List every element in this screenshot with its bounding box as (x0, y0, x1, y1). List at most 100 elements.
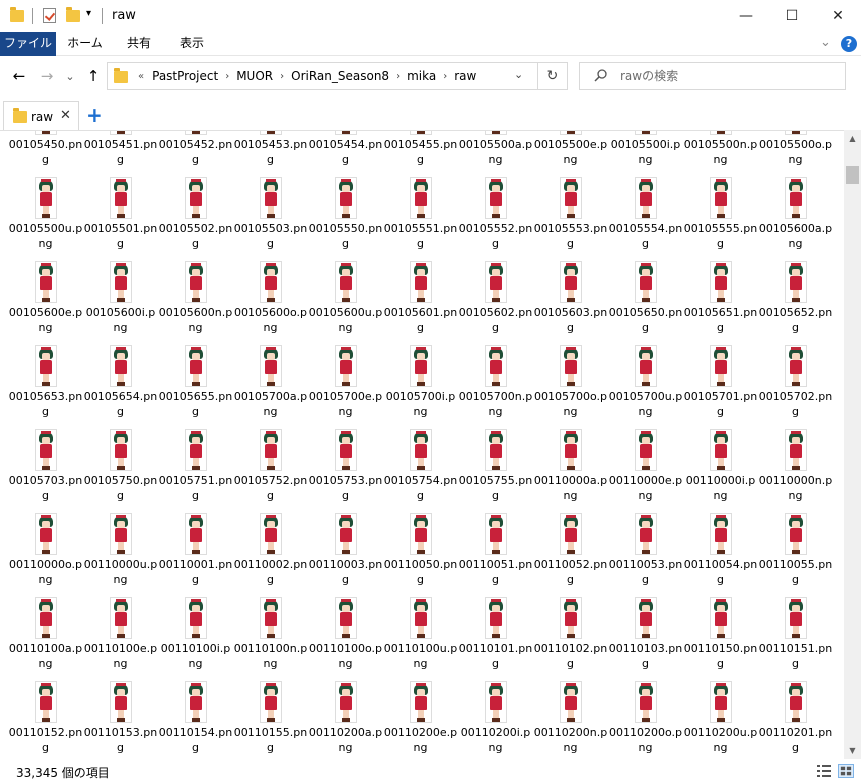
details-view-icon[interactable] (816, 764, 832, 778)
file-item[interactable]: 00105503.png (233, 135, 308, 250)
file-item[interactable]: 00105654.png (83, 303, 158, 418)
maximize-button[interactable]: ☐ (769, 0, 815, 32)
file-item[interactable]: 00105755.png (458, 387, 533, 502)
file-item[interactable]: 00110154.png (158, 639, 233, 754)
expand-ribbon-icon[interactable]: ⌄ (820, 35, 831, 50)
breadcrumb-pastproject[interactable]: PastProject (148, 69, 222, 83)
recent-locations-button[interactable]: ⌄ (62, 64, 78, 88)
search-box[interactable] (579, 62, 846, 90)
file-item[interactable]: 00105753.png (308, 387, 383, 502)
breadcrumb-oriran-season8[interactable]: OriRan_Season8 (287, 69, 393, 83)
file-item[interactable]: 00110051.png (458, 471, 533, 586)
address-bar[interactable]: « PastProject › MUOR › OriRan_Season8 › … (107, 62, 538, 90)
file-item[interactable]: 00105700n.png (458, 303, 533, 418)
file-item[interactable]: 00105554.png (608, 135, 683, 250)
file-item[interactable]: 00110200o.png (608, 639, 683, 754)
file-item[interactable]: 00105655.png (158, 303, 233, 418)
file-item[interactable]: 00105550.png (308, 135, 383, 250)
file-item[interactable]: 00105552.png (458, 135, 533, 250)
breadcrumb-separator[interactable]: › (222, 71, 232, 82)
file-item[interactable]: 00110150.png (683, 555, 758, 670)
file-item[interactable]: 00110155.png (233, 639, 308, 754)
file-item[interactable]: 00105701.png (683, 303, 758, 418)
file-item[interactable]: 00110000n.png (758, 387, 833, 502)
file-item[interactable]: 00105602.png (458, 219, 533, 334)
breadcrumb-overflow[interactable]: « (134, 71, 148, 82)
tab-home[interactable]: ホーム (62, 32, 108, 56)
file-item[interactable]: 00105700e.png (308, 303, 383, 418)
file-item[interactable]: 00105653.png (8, 303, 83, 418)
file-item[interactable]: 00105600n.png (158, 219, 233, 334)
breadcrumb-raw[interactable]: raw (450, 69, 480, 83)
scrollbar-thumb[interactable] (846, 166, 859, 184)
large-icons-view-icon[interactable] (838, 764, 854, 778)
help-icon[interactable]: ? (841, 36, 857, 52)
close-tab-icon[interactable]: ✕ (60, 108, 71, 123)
file-item[interactable]: 00105754.png (383, 387, 458, 502)
file-item[interactable]: 00105555.png (683, 135, 758, 250)
breadcrumb-muor[interactable]: MUOR (232, 69, 277, 83)
file-item[interactable]: 00110200n.png (533, 639, 608, 754)
file-item[interactable]: 00105600a.png (758, 135, 833, 250)
customize-toolbar-icon[interactable]: ▾ (86, 8, 91, 26)
scroll-up-arrow[interactable]: ▲ (844, 130, 861, 147)
file-item[interactable]: 00110100i.png (158, 555, 233, 670)
file-item[interactable]: 00110200i.png (458, 639, 533, 754)
file-item[interactable]: 00110200u.png (683, 639, 758, 754)
file-item[interactable]: 00105700u.png (608, 303, 683, 418)
folder-tab-raw[interactable]: raw ✕ (3, 101, 79, 130)
file-item[interactable]: 00110100e.png (83, 555, 158, 670)
file-item[interactable]: 00105750.png (83, 387, 158, 502)
file-item[interactable]: 00105502.png (158, 135, 233, 250)
file-item[interactable]: 00105600e.png (8, 219, 83, 334)
file-item[interactable]: 00105551.png (383, 135, 458, 250)
address-dropdown-icon[interactable]: ⌄ (514, 68, 523, 81)
file-item[interactable]: 00105751.png (158, 387, 233, 502)
file-item[interactable]: 00110100n.png (233, 555, 308, 670)
file-item[interactable]: 00110054.png (683, 471, 758, 586)
file-item[interactable]: 00105553.png (533, 135, 608, 250)
scroll-down-arrow[interactable]: ▼ (844, 742, 861, 759)
new-folder-icon[interactable] (66, 7, 80, 25)
file-item[interactable]: 00110050.png (383, 471, 458, 586)
file-item[interactable]: 00110052.png (533, 471, 608, 586)
file-item[interactable]: 00105700o.png (533, 303, 608, 418)
breadcrumb-separator[interactable]: › (440, 71, 450, 82)
file-item[interactable]: 00105600u.png (308, 219, 383, 334)
file-item[interactable]: 00105702.png (758, 303, 833, 418)
new-tab-button[interactable]: + (86, 103, 103, 127)
file-item[interactable]: 00105700i.png (383, 303, 458, 418)
file-item[interactable]: 00110053.png (608, 471, 683, 586)
file-item[interactable]: 00110101.png (458, 555, 533, 670)
file-item[interactable]: 00105500u.png (8, 135, 83, 250)
file-item[interactable]: 00110151.png (758, 555, 833, 670)
breadcrumb-separator[interactable]: › (393, 71, 403, 82)
file-item[interactable]: 00110153.png (83, 639, 158, 754)
file-item[interactable]: 00105651.png (683, 219, 758, 334)
minimize-button[interactable]: — (723, 0, 769, 32)
tab-view[interactable]: 表示 (170, 32, 214, 56)
file-item[interactable]: 00110200e.png (383, 639, 458, 754)
file-item[interactable]: 00110000e.png (608, 387, 683, 502)
tab-file[interactable]: ファイル (0, 32, 56, 56)
file-item[interactable]: 00105600o.png (233, 219, 308, 334)
forward-button[interactable]: → (36, 64, 58, 88)
file-item[interactable]: 00105703.png (8, 387, 83, 502)
file-item[interactable]: 00110201.png (758, 639, 833, 754)
vertical-scrollbar[interactable]: ▲ ▼ (844, 130, 861, 759)
file-item[interactable]: 00110000a.png (533, 387, 608, 502)
file-item[interactable]: 00110100u.png (383, 555, 458, 670)
file-item[interactable]: 00110055.png (758, 471, 833, 586)
file-item[interactable]: 00110000u.png (83, 471, 158, 586)
file-item[interactable]: 00110001.png (158, 471, 233, 586)
file-item[interactable]: 00110102.png (533, 555, 608, 670)
file-item[interactable]: 00105652.png (758, 219, 833, 334)
file-item[interactable]: 00110000o.png (8, 471, 83, 586)
up-button[interactable]: ↑ (82, 64, 104, 88)
file-item[interactable]: 00105700a.png (233, 303, 308, 418)
file-item[interactable]: 00105600i.png (83, 219, 158, 334)
file-item[interactable]: 00110100a.png (8, 555, 83, 670)
breadcrumb-separator[interactable]: › (277, 71, 287, 82)
back-button[interactable]: ← (8, 64, 30, 88)
file-item[interactable]: 00110100o.png (308, 555, 383, 670)
